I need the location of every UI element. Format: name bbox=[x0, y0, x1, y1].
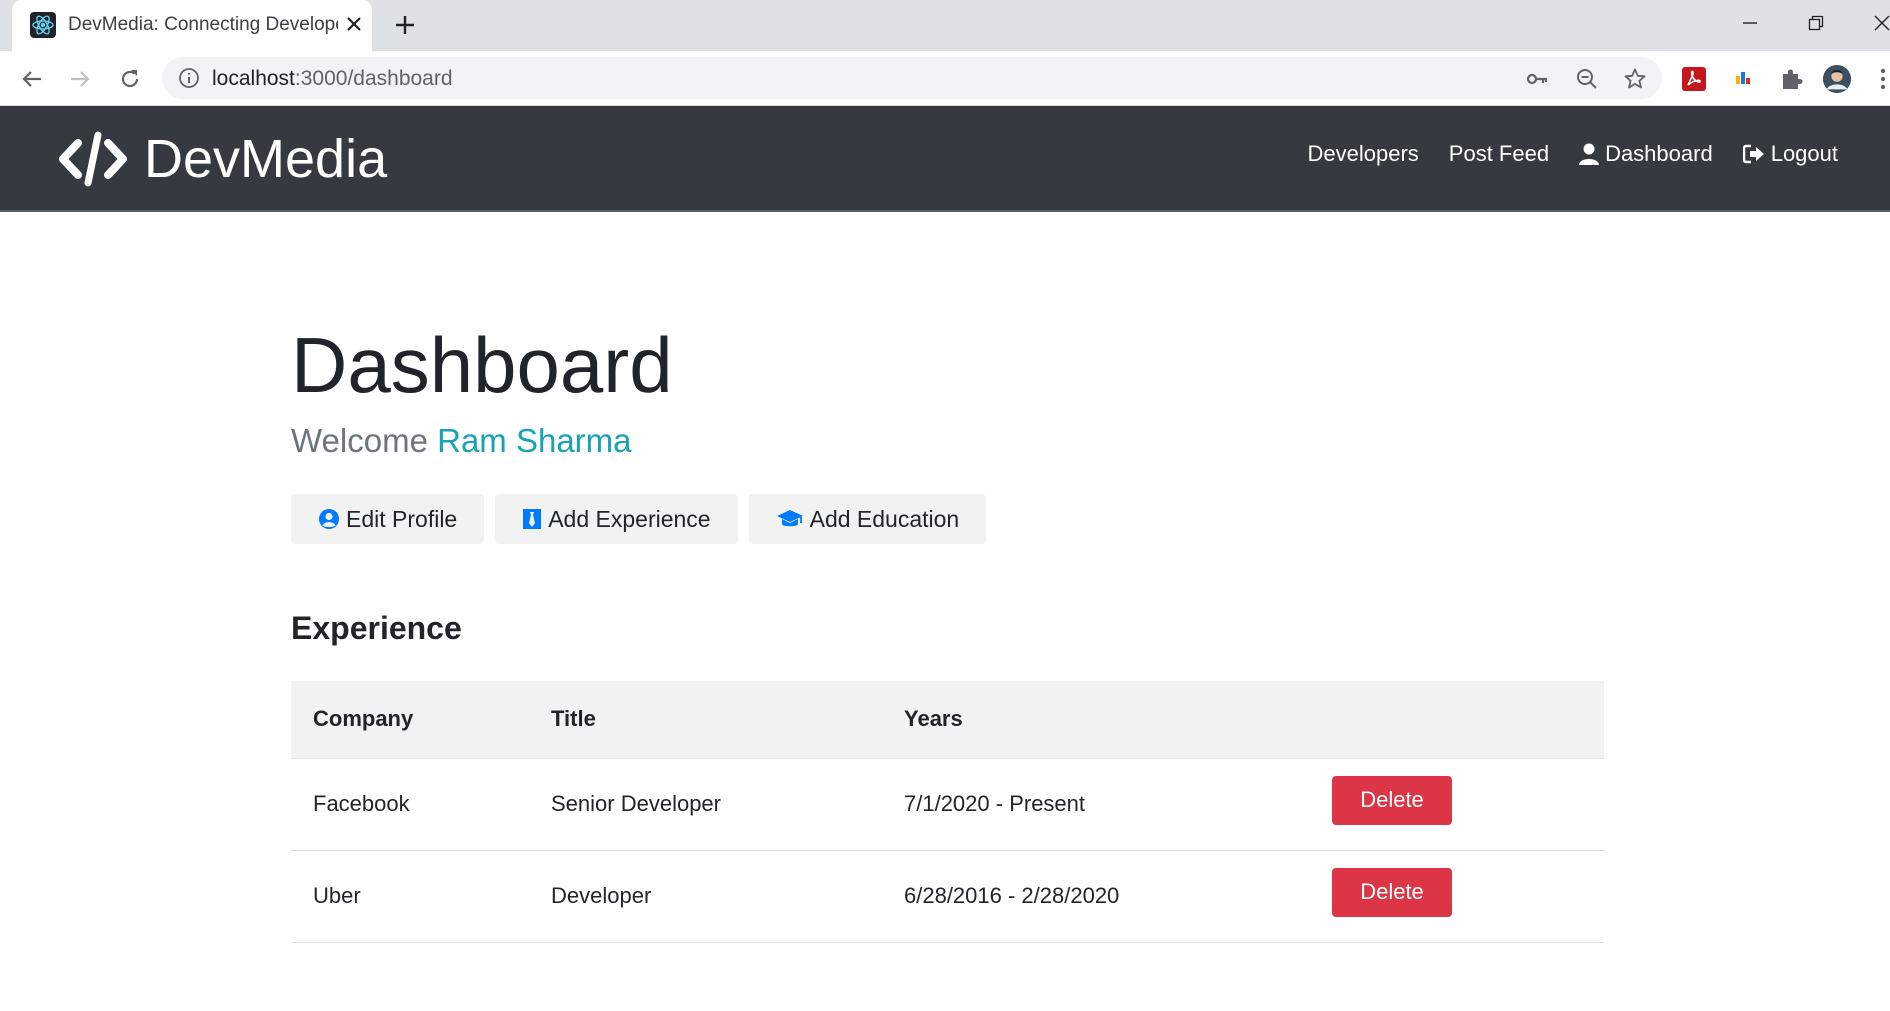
browser-tab-bar: DevMedia: Connecting Developers bbox=[0, 0, 1890, 51]
nav-link-label: Logout bbox=[1770, 141, 1838, 166]
black-tie-icon bbox=[523, 509, 542, 529]
table-row: Facebook Senior Developer 7/1/2020 - Pre… bbox=[291, 758, 1604, 851]
nav-link-label: Dashboard bbox=[1605, 141, 1713, 166]
forward-arrow-icon[interactable] bbox=[62, 61, 98, 97]
column-header-years: Years bbox=[882, 681, 1310, 759]
add-experience-button[interactable]: Add Experience bbox=[495, 494, 738, 544]
experience-heading: Experience bbox=[291, 610, 462, 646]
reload-icon[interactable] bbox=[112, 61, 148, 97]
url-path: :3000/dashboard bbox=[294, 67, 453, 90]
nav-link-developers[interactable]: Developers bbox=[1308, 141, 1419, 167]
tab-title: DevMedia: Connecting Developers bbox=[68, 14, 338, 35]
edit-profile-button[interactable]: Edit Profile bbox=[291, 494, 485, 544]
cell-company: Uber bbox=[291, 850, 529, 943]
user-circle-icon bbox=[319, 509, 339, 529]
page-title: Dashboard bbox=[291, 321, 673, 409]
dashboard-actions: Edit Profile Add Experience Add Educatio… bbox=[291, 494, 997, 544]
graduation-cap-icon bbox=[776, 510, 803, 527]
add-education-label: Add Education bbox=[809, 505, 960, 532]
site-info-icon[interactable] bbox=[178, 67, 200, 89]
cell-title: Developer bbox=[529, 850, 882, 943]
logout-icon bbox=[1742, 144, 1764, 164]
window-close-icon[interactable] bbox=[1862, 8, 1890, 38]
avatar[interactable] bbox=[1822, 64, 1852, 94]
zoom-out-icon[interactable] bbox=[1574, 66, 1600, 92]
new-tab-plus-icon[interactable] bbox=[390, 10, 420, 40]
nav-link-label: Developers bbox=[1307, 141, 1419, 166]
analytics-extension-icon[interactable] bbox=[1728, 64, 1758, 94]
browser-tab[interactable]: DevMedia: Connecting Developers bbox=[12, 0, 372, 51]
url-host: localhost bbox=[212, 67, 295, 90]
column-header-actions bbox=[1310, 681, 1604, 759]
user-profile-link[interactable]: Ram Sharma bbox=[437, 422, 631, 459]
column-header-title: Title bbox=[529, 681, 882, 759]
column-header-company: Company bbox=[291, 681, 529, 759]
nav-links: Developers Post Feed Dashboard Logout bbox=[1278, 134, 1839, 174]
key-icon[interactable] bbox=[1524, 66, 1550, 92]
close-icon[interactable] bbox=[340, 10, 368, 38]
restore-icon[interactable] bbox=[1796, 8, 1836, 38]
cell-years: 7/1/2020 - Present bbox=[882, 758, 1310, 851]
pdf-extension-icon[interactable] bbox=[1679, 64, 1709, 94]
back-arrow-icon[interactable] bbox=[14, 61, 50, 97]
code-icon bbox=[59, 131, 127, 187]
minimize-icon[interactable] bbox=[1730, 8, 1770, 38]
cell-title: Senior Developer bbox=[529, 758, 882, 851]
table-header-row: Company Title Years bbox=[291, 681, 1604, 759]
menu-dots-icon[interactable] bbox=[1868, 64, 1890, 94]
delete-button[interactable]: Delete bbox=[1332, 775, 1452, 825]
add-education-button[interactable]: Add Education bbox=[748, 494, 987, 544]
url-text: localhost:3000/dashboard bbox=[212, 67, 453, 91]
table-row: Uber Developer 6/28/2016 - 2/28/2020 Del… bbox=[291, 850, 1604, 943]
cell-years: 6/28/2016 - 2/28/2020 bbox=[882, 850, 1310, 943]
edit-profile-label: Edit Profile bbox=[346, 505, 458, 532]
nav-link-logout[interactable]: Logout bbox=[1742, 141, 1838, 167]
welcome-text: Welcome Ram Sharma bbox=[291, 422, 632, 460]
react-favicon-icon bbox=[30, 12, 56, 38]
delete-button[interactable]: Delete bbox=[1332, 867, 1452, 917]
experience-table: Company Title Years Facebook Senior Deve… bbox=[291, 681, 1604, 943]
welcome-prefix: Welcome bbox=[291, 422, 428, 459]
brand-name: DevMedia bbox=[144, 129, 388, 189]
nav-link-dashboard[interactable]: Dashboard bbox=[1579, 141, 1713, 167]
cell-company: Facebook bbox=[291, 758, 529, 851]
brand-logo[interactable]: DevMedia bbox=[58, 124, 387, 194]
star-icon[interactable] bbox=[1622, 66, 1648, 92]
user-icon bbox=[1579, 143, 1600, 165]
extensions-puzzle-icon[interactable] bbox=[1776, 64, 1806, 94]
nav-link-label: Post Feed bbox=[1448, 141, 1550, 166]
browser-toolbar: localhost:3000/dashboard bbox=[0, 51, 1890, 106]
cell-actions: Delete bbox=[1310, 758, 1604, 851]
cell-actions: Delete bbox=[1310, 850, 1604, 943]
app-navbar: DevMedia Developers Post Feed Dashboard … bbox=[0, 106, 1890, 212]
nav-link-post-feed[interactable]: Post Feed bbox=[1449, 141, 1549, 167]
url-bar[interactable]: localhost:3000/dashboard bbox=[162, 57, 1662, 99]
add-experience-label: Add Experience bbox=[548, 505, 711, 532]
